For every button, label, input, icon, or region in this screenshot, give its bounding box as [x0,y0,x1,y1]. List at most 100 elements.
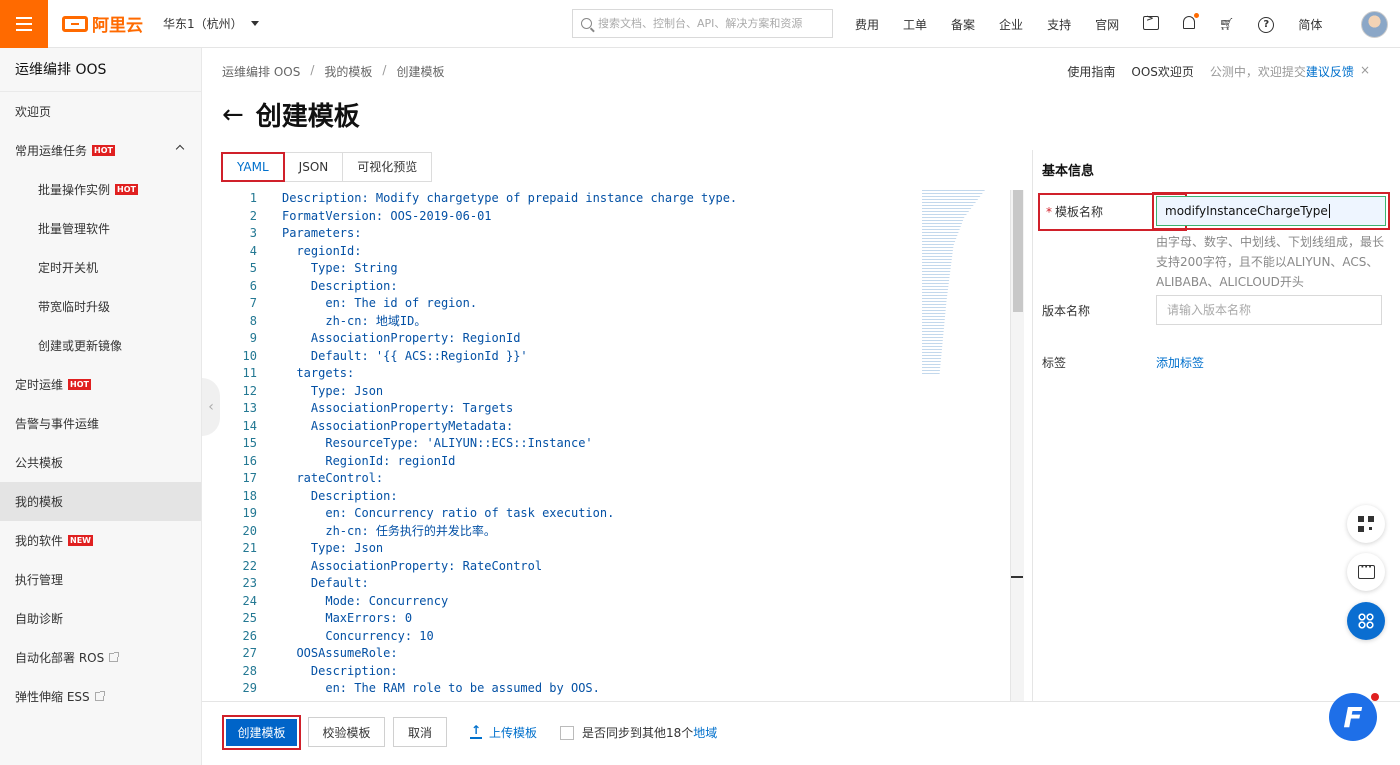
sync-checkbox[interactable] [560,725,574,740]
regions-link[interactable]: 地域 [693,726,717,740]
chevron-up-icon[interactable] [175,144,185,154]
search-box[interactable] [572,9,833,38]
line-number: 29 [242,681,257,695]
language-switch[interactable]: 简体 [1298,16,1322,33]
welcome-link[interactable]: OOS欢迎页 [1131,63,1194,80]
sidebar-item[interactable]: 自动化部署 ROS [0,638,201,677]
breadcrumb-separator: / [382,63,387,77]
sidebar-item[interactable]: 告警与事件运维 [0,404,201,443]
editor-line: 14 AssociationPropertyMetadata: [222,418,1032,436]
code-editor[interactable]: 1 Description: Modify chargetype of prepa… [222,190,1032,701]
sidebar-item[interactable]: 批量管理软件 [0,209,201,248]
nav-enterprise[interactable]: 企业 [999,16,1023,33]
line-number: 15 [242,436,257,450]
editor-line: 19 en: Concurrency ratio of task executi… [222,505,1032,523]
editor-line: 11 targets: [222,365,1032,383]
line-number: 6 [249,278,257,293]
sidebar-item[interactable]: 自助诊断 [0,599,201,638]
validate-template-button[interactable]: 校验模板 [308,717,385,747]
create-button-highlight: 创建模板 [222,715,301,750]
bell-icon[interactable] [1183,13,1200,32]
sidebar-item-label: 自助诊断 [15,612,64,626]
sidebar-item-label: 弹性伸缩 ESS [15,690,90,704]
chat-button[interactable] [1347,553,1385,591]
terminal-icon[interactable] [1143,14,1160,33]
tab-yaml[interactable]: YAML [221,152,285,182]
line-number: 2 [249,208,257,223]
panel-splitter[interactable] [1032,150,1033,701]
assistant-bot-icon[interactable]: F [1329,693,1379,741]
user-avatar[interactable] [1361,11,1388,38]
editor-line: 4 regionId: [222,243,1032,261]
editor-scrollbar[interactable] [1010,190,1024,701]
nav-ticket[interactable]: 工单 [903,16,927,33]
aliyun-logo[interactable]: 阿里云 [62,11,143,36]
code-text: AssociationPropertyMetadata: [282,418,514,433]
apps-button[interactable] [1347,602,1385,640]
sidebar-item[interactable]: 我的软件 NEW [0,521,201,560]
help-icon[interactable]: ? [1258,16,1275,33]
tab-visual-preview[interactable]: 可视化预览 [342,152,433,182]
menu-icon[interactable] [0,0,48,48]
cancel-button[interactable]: 取消 [393,717,447,747]
search-icon [581,18,592,29]
template-name-input[interactable]: modifyInstanceChargeType [1156,196,1386,226]
scrollbar-thumb[interactable] [1013,190,1023,312]
qrcode-button[interactable] [1347,505,1385,543]
nav-icp[interactable]: 备案 [951,16,975,33]
sidebar-item-label: 批量操作实例 [38,183,111,197]
code-text: ResourceType: 'ALIYUN::ECS::Instance' [282,436,593,450]
nav-official-site[interactable]: 官网 [1095,16,1119,33]
code-text: zh-cn: 任务执行的并发比率。 [282,523,496,538]
sidebar-item-label: 告警与事件运维 [15,417,100,431]
sidebar: 运维编排 OOS 欢迎页 常用运维任务 HOT 批量操作实例 HOT 批量管理软件 定时开关… [0,48,202,765]
code-text: en: The id of region. [282,296,478,310]
line-number: 4 [249,243,257,258]
sidebar-item-label: 公共模板 [15,456,64,470]
breadcrumb: 运维编排 OOS / 我的模板 / 创建模板 [222,63,444,80]
sidebar-item[interactable]: 执行管理 [0,560,201,599]
search-input[interactable] [598,17,823,30]
chevron-left-icon: ‹ [208,399,214,415]
breadcrumb-item-my-templates[interactable]: 我的模板 [324,63,372,80]
guide-link[interactable]: 使用指南 [1067,63,1115,80]
line-number: 8 [249,313,257,328]
breadcrumb-item-oos[interactable]: 运维编排 OOS [222,63,300,80]
nav-support[interactable]: 支持 [1047,16,1071,33]
line-number: 5 [249,261,257,275]
sidebar-item[interactable]: 带宽临时升级 [0,287,201,326]
sidebar-item[interactable]: 定时开关机 [0,248,201,287]
region-selector[interactable]: 华东1（杭州） [163,15,259,32]
upload-template-button[interactable]: 上传模板 [470,723,537,741]
sidebar-item[interactable]: 我的模板 [0,482,201,521]
sidebar-item-label: 欢迎页 [15,105,52,119]
version-name-input[interactable] [1156,295,1382,325]
code-text: RegionId: regionId [282,453,456,468]
sidebar-item[interactable]: 批量操作实例 HOT [0,170,201,209]
qrcode-icon [1358,516,1374,532]
code-text: Description: [282,663,398,678]
line-number: 7 [249,296,257,310]
action-footer: 创建模板 校验模板 取消 上传模板 是否同步到其他18个地域 [202,701,1400,765]
logo-mark-icon [62,15,88,32]
cart-icon[interactable]: 🛒︎ [1219,18,1234,30]
sidebar-item[interactable]: 欢迎页 [0,92,201,131]
breadcrumb-item-create: 创建模板 [396,65,445,79]
sidebar-collapse-handle[interactable]: ‹ [202,378,220,436]
add-tag-link[interactable]: 添加标签 [1156,354,1204,371]
nav-fee[interactable]: 费用 [855,16,879,33]
back-arrow-icon[interactable]: ← [222,100,244,130]
sidebar-item[interactable]: 定时运维 HOT [0,365,201,404]
feedback-link[interactable]: 建议反馈 [1306,65,1354,79]
sync-text: 是否同步到其他18个 [582,726,694,740]
sidebar-item[interactable]: 公共模板 [0,443,201,482]
sidebar-item[interactable]: 常用运维任务 HOT [0,131,201,170]
create-template-button[interactable]: 创建模板 [226,719,297,746]
tab-json[interactable]: JSON [283,152,344,182]
sidebar-item[interactable]: 创建或更新镜像 [0,326,201,365]
sidebar-item[interactable]: 弹性伸缩 ESS [0,677,201,716]
close-icon[interactable]: × [1360,63,1370,80]
line-number: 9 [249,331,257,345]
tag-label: 标签 [1042,356,1067,370]
basic-info-title: 基本信息 [1042,164,1095,179]
